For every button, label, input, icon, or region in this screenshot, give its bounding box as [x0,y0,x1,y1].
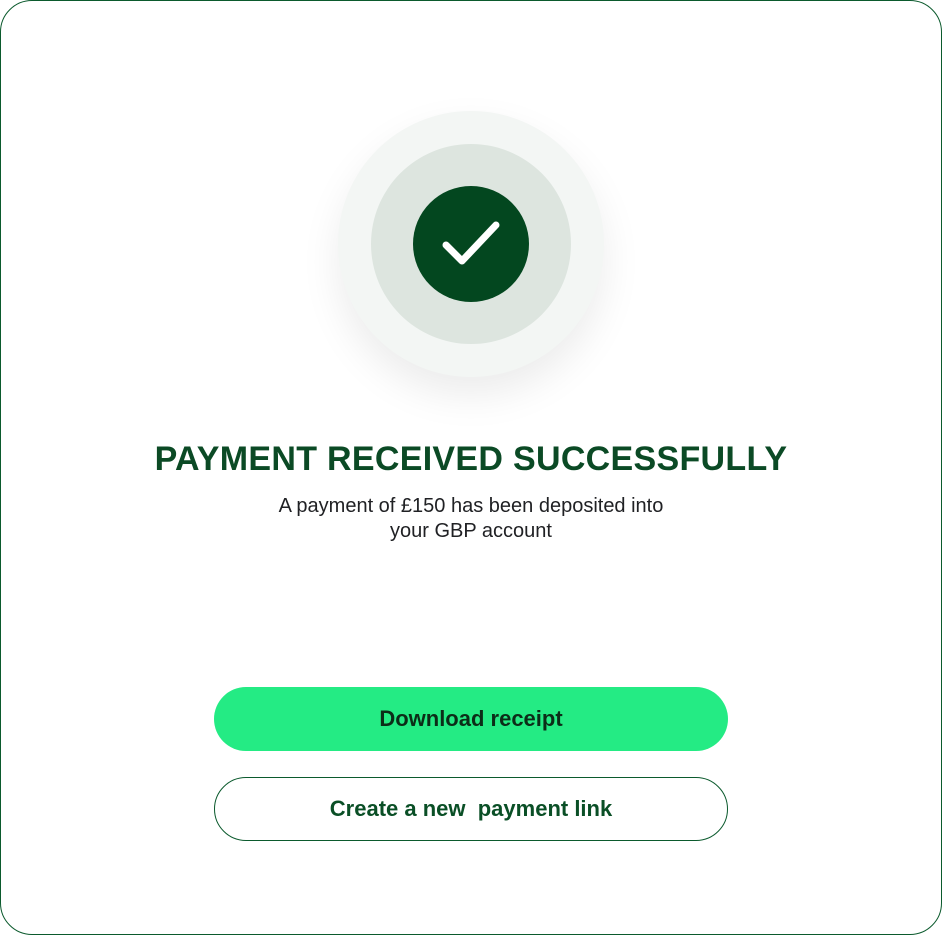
create-payment-link-label: Create a new payment link [329,796,613,821]
success-message: A payment of £150 has been deposited int… [241,494,701,544]
create-payment-link-button[interactable]: Create a new payment link [214,777,728,841]
download-receipt-label: Download receipt [379,706,563,731]
success-message-line-2: your GBP account [390,520,552,542]
success-message-line-1: A payment of £150 has been deposited int… [278,495,664,517]
check-icon [442,221,500,265]
payment-success-card: PAYMENT RECEIVED SUCCESSFULLY A payment … [0,0,942,935]
download-receipt-button[interactable]: Download receipt [214,687,728,751]
success-indicator-core [413,186,529,302]
success-title: PAYMENT RECEIVED SUCCESSFULLY [154,440,788,478]
success-indicator-ring [371,144,571,344]
success-indicator [338,111,604,377]
